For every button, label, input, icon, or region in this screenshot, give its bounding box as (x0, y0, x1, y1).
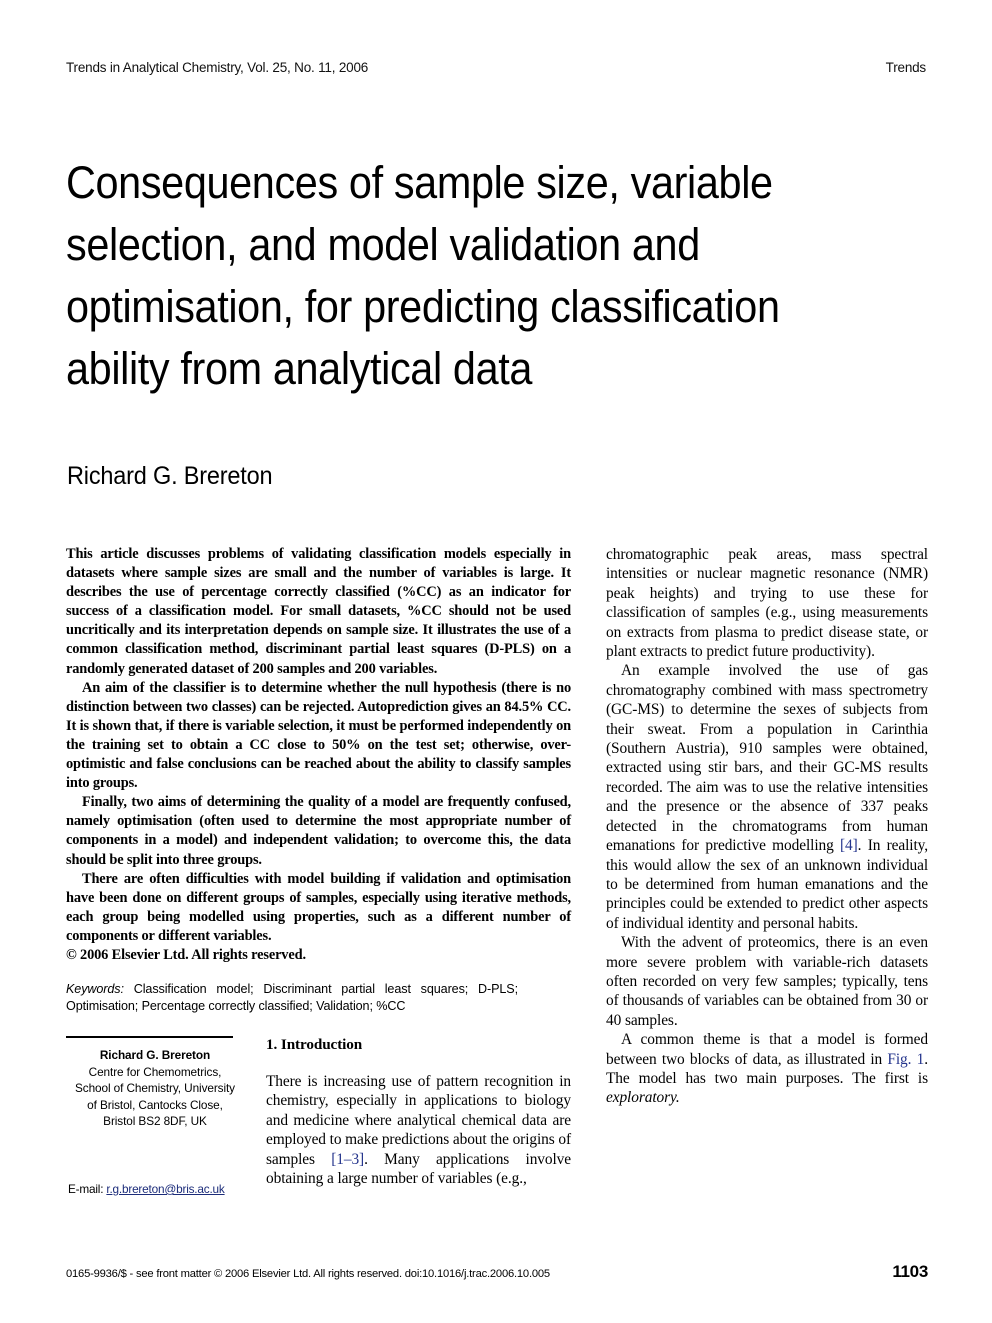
article-page: Trends in Analytical Chemistry, Vol. 25,… (0, 0, 992, 1323)
introduction-column: 1. Introduction There is increasing use … (266, 1036, 571, 1196)
page-number: 1103 (892, 1262, 928, 1281)
citation-link[interactable]: [1–3] (331, 1151, 364, 1168)
abstract-paragraph: Finally, two aims of determining the qua… (66, 794, 571, 868)
affiliation-line: Centre for Chemometrics, (88, 1064, 222, 1079)
affiliation-line: School of Chemistry, University (75, 1081, 235, 1096)
keywords-label: Keywords: (66, 982, 124, 997)
page-footer: 0165-9936/$ - see front matter © 2006 El… (66, 1262, 928, 1282)
body-text-run: An example involved the use of gas chrom… (606, 662, 928, 855)
abstract: This article discusses problems of valid… (66, 545, 571, 965)
keywords: Keywords: Classification model; Discrimi… (66, 981, 518, 1015)
right-column: chromatographic peak areas, mass spectra… (606, 545, 928, 1108)
right-column-body: chromatographic peak areas, mass spectra… (606, 545, 928, 1108)
abstract-paragraph: An aim of the classifier is to determine… (66, 679, 571, 792)
page-title: Consequences of sample size, variable se… (66, 157, 780, 395)
keywords-list: Classification model; Discriminant parti… (66, 982, 518, 1014)
email-label: E-mail: (68, 1181, 107, 1196)
abstract-paragraph: This article discusses problems of valid… (66, 546, 571, 677)
running-head: Trends in Analytical Chemistry, Vol. 25,… (66, 60, 926, 75)
running-head-section: Trends (885, 60, 927, 75)
body-paragraph: chromatographic peak areas, mass spectra… (606, 546, 928, 661)
affiliation-column: Richard G. Brereton Centre for Chemometr… (66, 1036, 244, 1196)
email-line: E-mail: r.g.brereton@bris.ac.uk (66, 1182, 244, 1196)
lower-left-region: Richard G. Brereton Centre for Chemometr… (66, 1036, 571, 1196)
body-paragraph: An example involved the use of gas chrom… (606, 661, 928, 933)
affiliation-line: Bristol BS2 8DF, UK (103, 1114, 207, 1129)
body-paragraph: A common theme is that a model is formed… (606, 1030, 928, 1108)
author-name: Richard G. Brereton (67, 462, 273, 490)
running-head-journal: Trends in Analytical Chemistry, Vol. 25,… (66, 60, 369, 75)
affiliation-line: of Bristol, Cantocks Close, (87, 1097, 223, 1112)
body-text-emphasis: exploratory. (606, 1089, 680, 1107)
introduction-body: There is increasing use of pattern recog… (266, 1072, 571, 1188)
citation-link[interactable]: [4] (840, 837, 858, 854)
section-heading-introduction: 1. Introduction (266, 1036, 363, 1053)
abstract-column: This article discusses problems of valid… (66, 545, 571, 1015)
figure-link[interactable]: Fig. 1 (887, 1051, 924, 1068)
body-text-run: A common theme is that a model is formed… (606, 1031, 928, 1068)
footer-imprint: 0165-9936/$ - see front matter © 2006 El… (66, 1268, 550, 1280)
affiliation-block: Richard G. Brereton Centre for Chemometr… (66, 1047, 244, 1130)
abstract-paragraph: There are often difficulties with model … (66, 870, 571, 944)
affiliation-divider (66, 1036, 233, 1038)
body-paragraph: With the advent of proteomics, there is … (606, 934, 928, 1029)
email-link[interactable]: r.g.brereton@bris.ac.uk (106, 1182, 224, 1196)
copyright-line: © 2006 Elsevier Ltd. All rights reserved… (66, 946, 306, 963)
affiliation-author: Richard G. Brereton (99, 1048, 211, 1062)
body-paragraph: There is increasing use of pattern recog… (266, 1072, 571, 1188)
